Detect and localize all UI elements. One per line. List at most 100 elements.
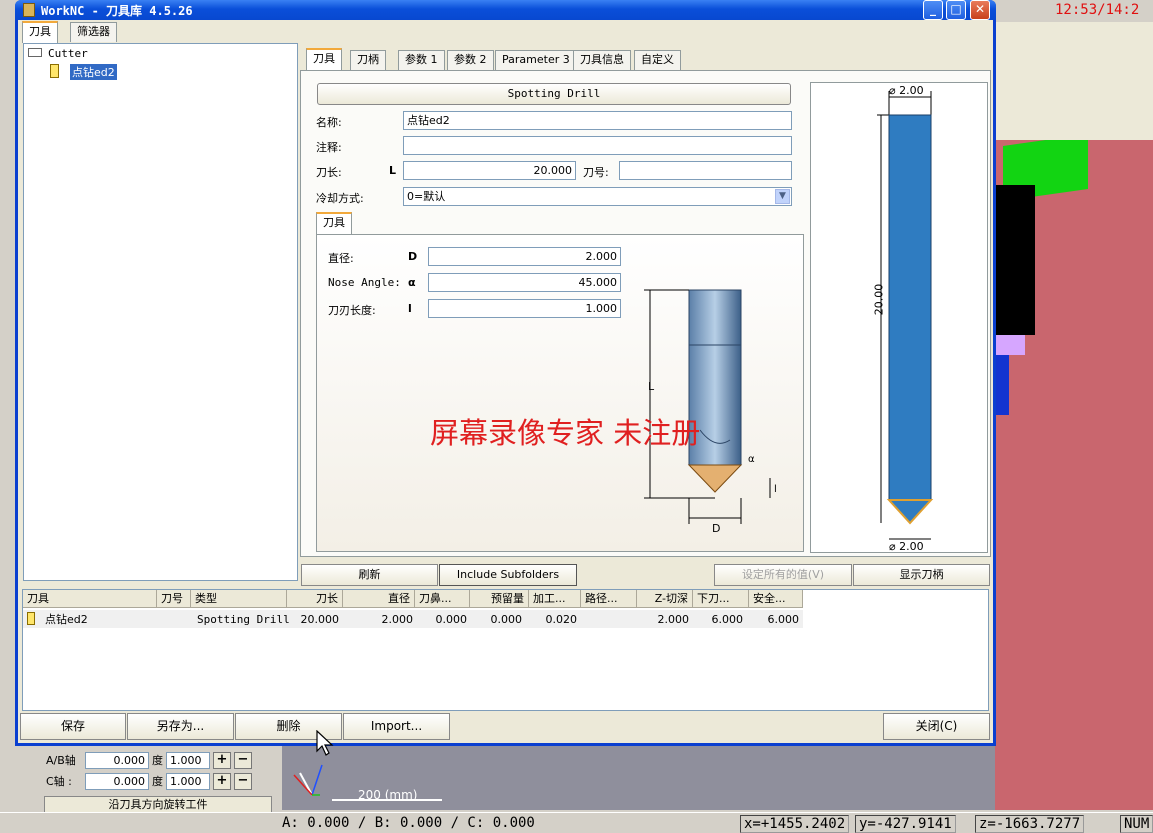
coolant-select[interactable]: 0=默认 ▼ <box>403 187 792 206</box>
c-minus-button[interactable]: − <box>234 772 252 790</box>
ab-step-input[interactable]: 1.000 <box>166 751 210 769</box>
app-icon <box>23 3 35 17</box>
tool-tree[interactable]: Cutter 点钻ed2 <box>23 43 298 581</box>
cell-plunge: 6.000 <box>711 613 744 626</box>
nose-angle-symbol: α <box>408 276 416 289</box>
ab-plus-button[interactable]: + <box>213 751 231 769</box>
maximize-button[interactable]: □ <box>946 0 966 20</box>
cell-type: Spotting Drill <box>197 613 290 626</box>
col-type[interactable]: 类型 <box>191 590 287 608</box>
col-length[interactable]: 刀长 <box>287 590 343 608</box>
tool-type-button[interactable]: Spotting Drill <box>317 83 791 105</box>
comment-label: 注释: <box>316 141 342 154</box>
save-button[interactable]: 保存 <box>20 713 126 740</box>
col-zdepth[interactable]: Z-切深 <box>637 590 693 608</box>
cell-name: 点钻ed2 <box>45 613 88 626</box>
minimize-button[interactable]: _ <box>923 0 943 20</box>
viewport-scale-label: 200 (mm) <box>358 788 418 802</box>
nose-angle-label: Nose Angle: <box>328 276 401 289</box>
name-input[interactable]: 点钻ed2 <box>403 111 792 130</box>
import-button[interactable]: Import... <box>343 713 450 740</box>
tree-item-spotting-drill[interactable]: 点钻ed2 <box>70 64 117 80</box>
coolant-value: 0=默认 <box>407 190 446 203</box>
status-num: NUM <box>1120 815 1153 833</box>
diameter-input[interactable]: 2.000 <box>428 247 621 266</box>
status-bar: A: 0.000 / B: 0.000 / C: 0.000 x=+1455.2… <box>0 812 1153 833</box>
ab-axis-input[interactable]: 0.000 <box>85 751 149 769</box>
tab-section-tool[interactable]: 刀具 <box>316 212 352 234</box>
diameter-label: 直径: <box>328 252 354 265</box>
cell-zdepth: 2.000 <box>657 613 690 626</box>
cell-diameter: 2.000 <box>381 613 414 626</box>
close-button[interactable]: 关闭(C) <box>883 713 990 740</box>
close-window-button[interactable]: ✕ <box>970 0 990 20</box>
row-tool-icon <box>27 612 35 625</box>
tab-filter[interactable]: 筛选器 <box>70 22 117 42</box>
cell-nose: 0.000 <box>435 613 468 626</box>
tab-tool[interactable]: 刀具 <box>306 48 342 70</box>
c-axis-input[interactable]: 0.000 <box>85 772 149 790</box>
ab-axis-row: A/B轴 0.000 度 1.000 + − <box>46 751 252 769</box>
include-subfolders-button[interactable]: Include Subfolders <box>439 564 577 586</box>
c-axis-label: C轴 : <box>46 775 72 788</box>
background-3d-scene[interactable] <box>995 140 1153 810</box>
col-path[interactable]: 路径... <box>581 590 637 608</box>
tool-number-label: 刀号: <box>583 166 609 179</box>
ab-minus-button[interactable]: − <box>234 751 252 769</box>
diagram-alpha: α <box>748 454 755 465</box>
nose-angle-input[interactable]: 45.000 <box>428 273 621 292</box>
coolant-label: 冷却方式: <box>316 192 364 205</box>
col-plunge[interactable]: 下刀... <box>693 590 749 608</box>
status-y: y=-427.9141 <box>855 815 956 833</box>
ab-unit: 度 <box>152 754 163 767</box>
c-plus-button[interactable]: + <box>213 772 231 790</box>
tool-type-label: Spotting Drill <box>507 87 601 100</box>
window-titlebar[interactable]: WorkNC - 刀具库 4.5.26 _ □ ✕ <box>15 0 996 20</box>
col-machining[interactable]: 加工... <box>529 590 581 608</box>
col-safety[interactable]: 安全... <box>749 590 803 608</box>
preview-length-dimension: 20.00 <box>872 283 886 316</box>
tab-holder[interactable]: 刀柄 <box>350 50 386 70</box>
tab-param3[interactable]: Parameter 3 <box>495 50 577 70</box>
length-input[interactable]: 20.000 <box>403 161 576 180</box>
tab-param2[interactable]: 参数 2 <box>447 50 494 70</box>
col-allowance[interactable]: 预留量 <box>470 590 529 608</box>
diameter-symbol: D <box>408 250 418 263</box>
cell-safety: 6.000 <box>767 613 800 626</box>
edge-length-input[interactable]: 1.000 <box>428 299 621 318</box>
save-as-button[interactable]: 另存为... <box>127 713 234 740</box>
tab-param1[interactable]: 参数 1 <box>398 50 445 70</box>
col-nose[interactable]: 刀鼻... <box>415 590 470 608</box>
window-title: WorkNC - 刀具库 4.5.26 <box>41 4 193 18</box>
cell-length: 20.000 <box>300 613 340 626</box>
watermark-text: 屏幕录像专家 未注册 <box>430 416 701 450</box>
col-diameter[interactable]: 直径 <box>343 590 415 608</box>
tool-table[interactable]: 刀具 刀号 类型 刀长 直径 刀鼻... 预留量 加工... 路径... Z-切… <box>22 589 989 711</box>
cell-path <box>581 612 633 628</box>
tab-tools-left[interactable]: 刀具 <box>22 21 58 43</box>
tool-icon <box>50 64 59 78</box>
tool-preview-panel[interactable]: ⌀ 2.00 20.00 ⌀ 2.00 <box>810 82 988 553</box>
show-holder-button[interactable]: 显示刀柄 <box>853 564 990 586</box>
tree-root-cutter[interactable]: Cutter <box>48 47 88 60</box>
edge-length-label: 刀刃长度: <box>328 304 376 317</box>
tab-tool-info[interactable]: 刀具信息 <box>573 50 631 70</box>
status-z: z=-1663.7277 <box>975 815 1085 833</box>
refresh-button[interactable]: 刷新 <box>301 564 438 586</box>
diagram-L: L <box>648 380 655 393</box>
comment-input[interactable] <box>403 136 792 155</box>
chevron-down-icon[interactable]: ▼ <box>775 189 790 204</box>
c-axis-row: C轴 : 0.000 度 1.000 + − <box>46 772 252 790</box>
collapse-icon[interactable] <box>28 48 42 57</box>
col-tool[interactable]: 刀具 <box>23 590 157 608</box>
diagram-l: l <box>774 484 777 495</box>
c-step-input[interactable]: 1.000 <box>166 772 210 790</box>
edge-length-symbol: l <box>408 302 412 315</box>
c-unit: 度 <box>152 775 163 788</box>
status-x: x=+1455.2402 <box>740 815 850 833</box>
tab-custom[interactable]: 自定义 <box>634 50 681 70</box>
tool-number-input[interactable] <box>619 161 792 180</box>
mouse-cursor-icon <box>316 730 334 756</box>
col-number[interactable]: 刀号 <box>157 590 191 608</box>
set-all-values-button[interactable]: 设定所有的值(V) <box>714 564 852 586</box>
